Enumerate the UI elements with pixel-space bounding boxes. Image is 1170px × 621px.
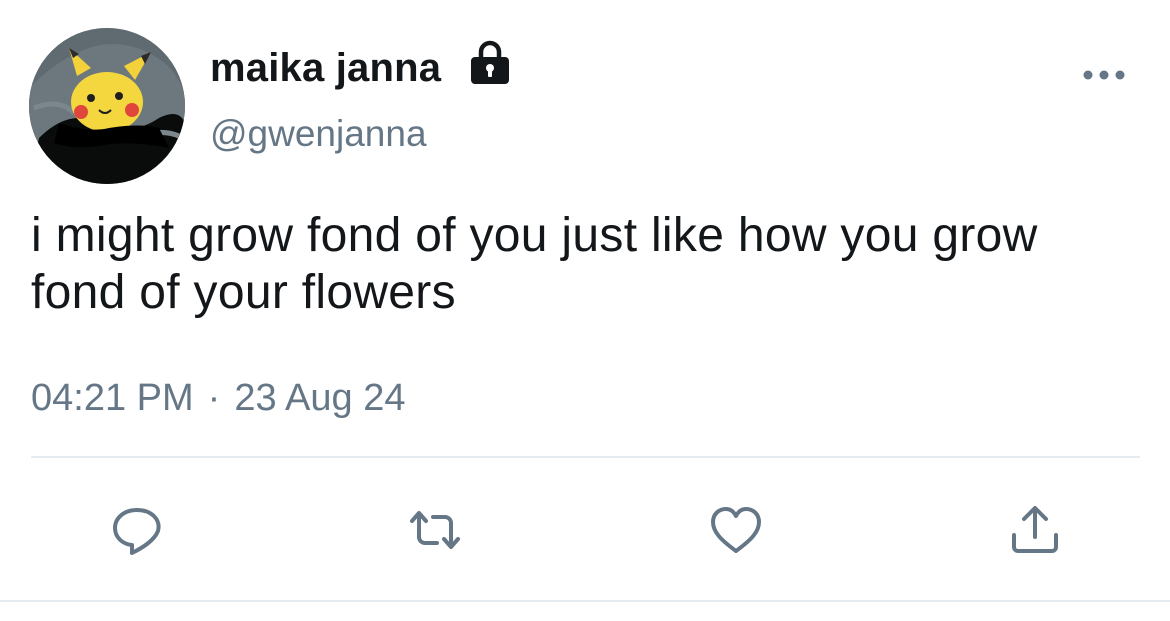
handle[interactable]: @gwenjanna — [210, 112, 427, 156]
tweet-meta: 04:21 PM · 23 Aug 24 — [31, 375, 405, 421]
tweet-date[interactable]: 23 Aug 24 — [234, 377, 405, 419]
avatar-image — [29, 28, 185, 184]
heart-icon — [711, 507, 761, 553]
like-button[interactable] — [706, 500, 766, 560]
meta-separator: · — [207, 377, 221, 419]
avatar[interactable] — [29, 28, 185, 184]
more-horizontal-icon[interactable] — [1078, 65, 1130, 85]
share-button[interactable] — [1005, 500, 1065, 560]
share-icon — [1012, 506, 1058, 553]
reply-icon — [113, 508, 161, 555]
retweet-button[interactable] — [405, 500, 465, 560]
display-name[interactable]: maika janna — [210, 44, 441, 92]
tweet-text: i might grow fond of you just like how y… — [31, 209, 1038, 319]
lock-icon — [471, 40, 509, 84]
reply-button[interactable] — [107, 500, 167, 560]
tweet-time[interactable]: 04:21 PM — [31, 377, 194, 419]
divider — [0, 600, 1170, 602]
retweet-icon — [410, 511, 460, 549]
divider — [31, 456, 1140, 458]
